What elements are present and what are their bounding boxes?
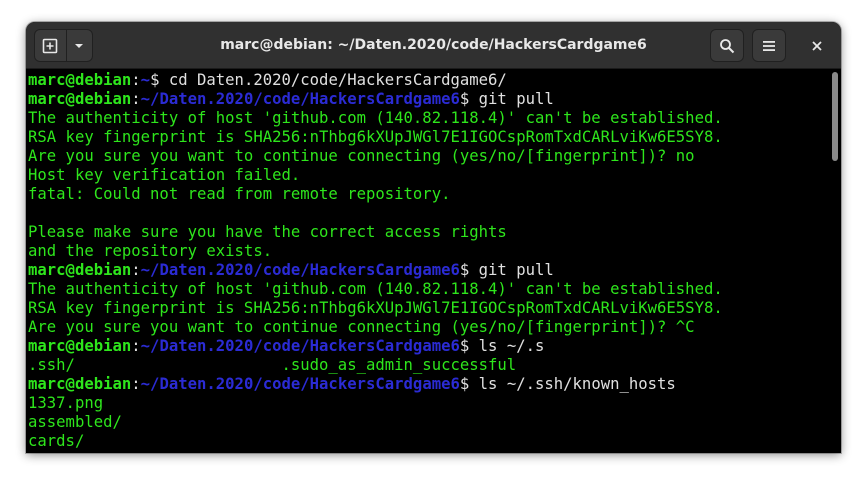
prompt-user: marc@debian [28,71,132,89]
prompt-user: marc@debian [28,261,132,279]
prompt-path: ~/Daten.2020/code/HackersCardgame6 [140,337,460,355]
prompt-separator: : [131,90,141,108]
output-text: Please make sure you have the correct ac… [28,223,507,241]
command-text: ls ~/.s [469,337,545,355]
prompt-user: marc@debian [28,375,132,393]
output-text: assembled/ [28,413,122,431]
output-text: Are you sure you want to continue connec… [28,318,695,336]
search-button[interactable] [710,29,744,62]
prompt-path: ~/Daten.2020/code/HackersCardgame6 [140,261,460,279]
output-line: Please make sure you have the correct ac… [28,223,828,242]
header-bar: marc@debian: ~/Daten.2020/code/HackersCa… [26,22,841,69]
prompt-separator: : [131,375,141,393]
chevron-down-icon [75,43,84,48]
prompt-symbol: $ [459,90,470,108]
output-line: and the repository exists. [28,242,828,261]
command-text: ls ~/.ssh/known_hosts [469,375,676,393]
prompt-symbol: $ [459,375,470,393]
output-line: Are you sure you want to continue connec… [28,147,828,166]
output-line: .ssh/ .sudo_as_admin_successful [28,356,828,375]
scrollbar[interactable] [828,69,841,453]
output-line: assembled/ [28,413,828,432]
prompt-separator: : [131,261,141,279]
prompt-symbol: $ [459,337,470,355]
output-line: fatal: Could not read from remote reposi… [28,185,828,204]
terminal-window: marc@debian: ~/Daten.2020/code/HackersCa… [26,22,841,453]
output-text: Are you sure you want to continue connec… [28,147,695,165]
new-tab-button[interactable] [35,30,67,61]
output-text: 1337.png [28,394,104,412]
command-text: git pull [469,261,554,279]
prompt-user: marc@debian [28,90,132,108]
menu-button[interactable] [752,29,786,62]
output-text: The authenticity of host 'github.com (14… [28,109,723,127]
close-button[interactable] [800,29,834,62]
new-tab-button-group [34,29,93,62]
terminal-output: marc@debian:~$ cd Daten.2020/code/Hacker… [28,71,828,451]
prompt-line: marc@debian:~/Daten.2020/code/HackersCar… [28,90,828,109]
search-icon [720,38,735,53]
output-line: RSA key fingerprint is SHA256:nThbg6kXUp… [28,128,828,147]
prompt-separator: : [131,337,141,355]
output-line: cards/ [28,432,828,451]
output-text: The authenticity of host 'github.com (14… [28,280,723,298]
terminal-view[interactable]: marc@debian:~$ cd Daten.2020/code/Hacker… [26,69,841,453]
output-line: RSA key fingerprint is SHA256:nThbg6kXUp… [28,299,828,318]
output-line: 1337.png [28,394,828,413]
output-text: .ssh/ .sudo_as_admin_successful [28,356,517,374]
output-line: Host key verification failed. [28,166,828,185]
prompt-path: ~/Daten.2020/code/HackersCardgame6 [140,375,460,393]
output-text: fatal: Could not read from remote reposi… [28,185,451,203]
command-text: cd Daten.2020/code/HackersCardgame6/ [159,71,507,89]
hamburger-menu-icon [763,40,775,51]
prompt-line: marc@debian:~/Daten.2020/code/HackersCar… [28,375,828,394]
scrollbar-thumb[interactable] [832,72,838,161]
prompt-path: ~ [140,71,151,89]
output-text: cards/ [28,432,85,450]
tab-dropdown-button[interactable] [67,30,92,61]
prompt-path: ~/Daten.2020/code/HackersCardgame6 [140,90,460,108]
output-text: RSA key fingerprint is SHA256:nThbg6kXUp… [28,128,723,146]
prompt-line: marc@debian:~/Daten.2020/code/HackersCar… [28,261,828,280]
command-text: git pull [469,90,554,108]
output-text: and the repository exists. [28,242,273,260]
prompt-user: marc@debian [28,337,132,355]
output-line: Are you sure you want to continue connec… [28,318,828,337]
prompt-line: marc@debian:~/Daten.2020/code/HackersCar… [28,337,828,356]
output-text: RSA key fingerprint is SHA256:nThbg6kXUp… [28,299,723,317]
output-text: Host key verification failed. [28,166,301,184]
close-icon [812,40,822,51]
new-tab-icon [43,38,58,53]
prompt-symbol: $ [459,261,470,279]
prompt-line: marc@debian:~$ cd Daten.2020/code/Hacker… [28,71,828,90]
output-line: The authenticity of host 'github.com (14… [28,109,828,128]
output-line: The authenticity of host 'github.com (14… [28,280,828,299]
prompt-separator: : [131,71,141,89]
